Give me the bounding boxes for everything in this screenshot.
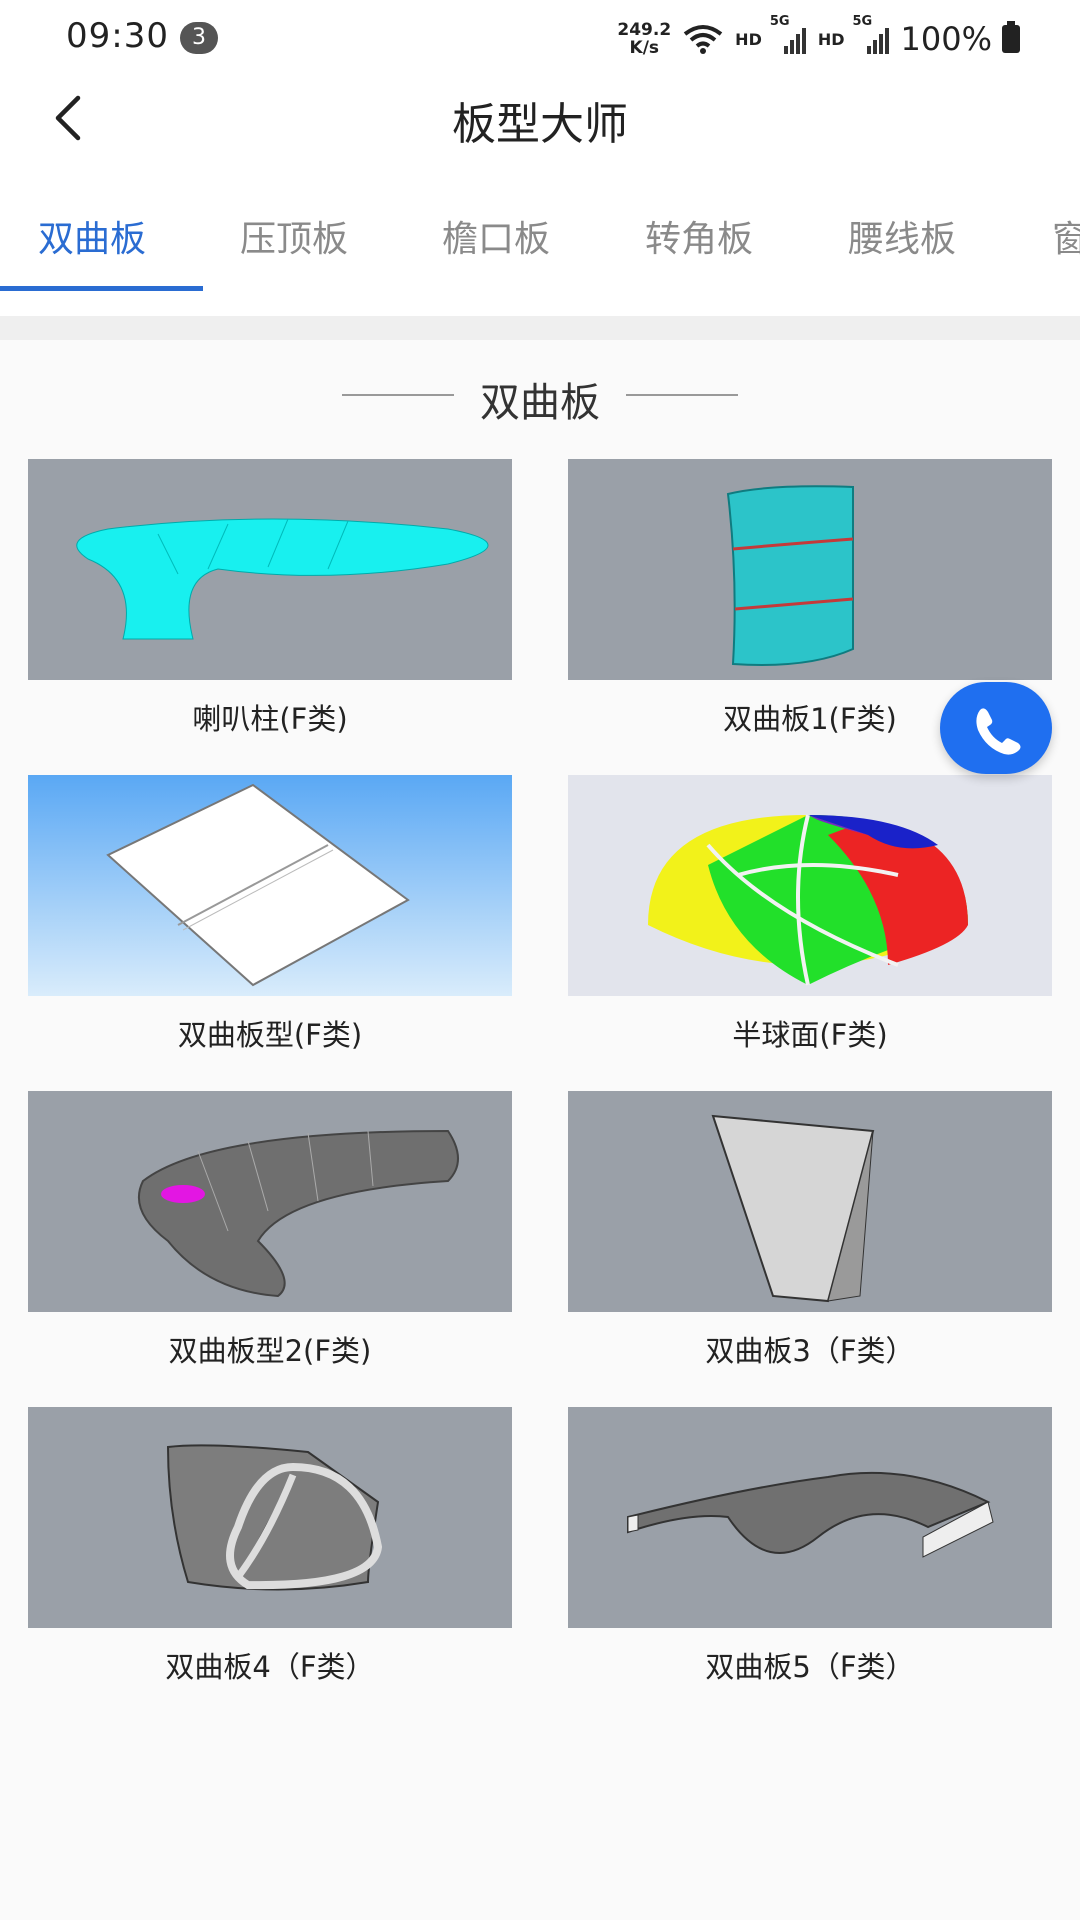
battery-level: 100% — [900, 20, 992, 58]
status-time: 09:30 — [66, 16, 169, 56]
product-label: 双曲板型2(F类) — [168, 1334, 372, 1368]
category-tabs: 双曲板 压顶板 檐口板 转角板 腰线板 窗 — [0, 190, 1080, 294]
tab-zhuanjiaoban[interactable]: 转角板 — [645, 210, 753, 262]
signal-5g-label-2: 5G — [852, 14, 873, 29]
product-card[interactable]: 双曲板5（F类） — [568, 1407, 1052, 1707]
section-title: 双曲板 — [480, 380, 600, 426]
wifi-icon — [683, 25, 723, 54]
network-speed-unit: K/s — [629, 38, 660, 58]
page-title: 板型大师 — [452, 99, 628, 150]
tab-shuangquban[interactable]: 双曲板 — [38, 210, 146, 262]
hd-label: HD — [735, 29, 762, 49]
product-thumbnail — [28, 1407, 512, 1628]
product-label: 双曲板4（F类） — [165, 1650, 375, 1684]
call-button[interactable] — [940, 682, 1052, 774]
tab-yankouban[interactable]: 檐口板 — [442, 210, 550, 262]
content-area: 双曲板 喇叭柱(F类) 双曲板1(F类) 双曲板型(F类) 半球面(F类) 双曲… — [0, 340, 1080, 1920]
product-label: 双曲板3（F类） — [705, 1334, 915, 1368]
product-thumbnail — [568, 1407, 1052, 1628]
phone-icon — [976, 708, 1021, 755]
product-thumbnail — [568, 1091, 1052, 1312]
product-card[interactable]: 双曲板型(F类) — [28, 775, 512, 1075]
active-tab-indicator — [0, 286, 203, 291]
product-card[interactable]: 喇叭柱(F类) — [28, 459, 512, 759]
tab-yaoxianban[interactable]: 腰线板 — [848, 210, 956, 262]
status-icons: 249.2 K/s HD 5G HD 5G 100% — [617, 14, 1020, 64]
product-card[interactable]: 半球面(F类) — [568, 775, 1052, 1075]
divider-band — [0, 316, 1080, 340]
product-label: 喇叭柱(F类) — [192, 702, 348, 736]
notification-badge: 3 — [180, 22, 218, 54]
product-card[interactable]: 双曲板型2(F类) — [28, 1091, 512, 1391]
product-card[interactable]: 双曲板3（F类） — [568, 1091, 1052, 1391]
hd-label-2: HD — [817, 29, 845, 49]
network-speed: 249.2 K/s — [617, 21, 671, 57]
product-thumbnail — [568, 459, 1052, 680]
signal-icon: 5G — [770, 14, 808, 54]
product-thumbnail — [568, 775, 1052, 996]
tab-yadingban[interactable]: 压顶板 — [240, 210, 348, 262]
section-line-right — [626, 394, 738, 396]
product-label: 半球面(F类) — [732, 1018, 888, 1052]
tab-chuang[interactable]: 窗 — [1052, 210, 1080, 262]
signal-5g-label: 5G — [769, 14, 790, 29]
network-speed-value: 249.2 — [617, 20, 672, 40]
product-thumbnail — [28, 1091, 512, 1312]
product-card[interactable]: 双曲板4（F类） — [28, 1407, 512, 1707]
product-label: 双曲板5（F类） — [705, 1650, 915, 1684]
signal-icon-2: 5G — [853, 14, 891, 54]
battery-icon — [1002, 21, 1020, 53]
status-bar: 09:30 3 249.2 K/s HD 5G HD 5G 100% — [0, 0, 1080, 78]
product-thumbnail — [28, 775, 512, 996]
product-thumbnail — [28, 459, 512, 680]
app-header: 板型大师 — [0, 78, 1080, 160]
product-label: 双曲板型(F类) — [177, 1018, 363, 1052]
